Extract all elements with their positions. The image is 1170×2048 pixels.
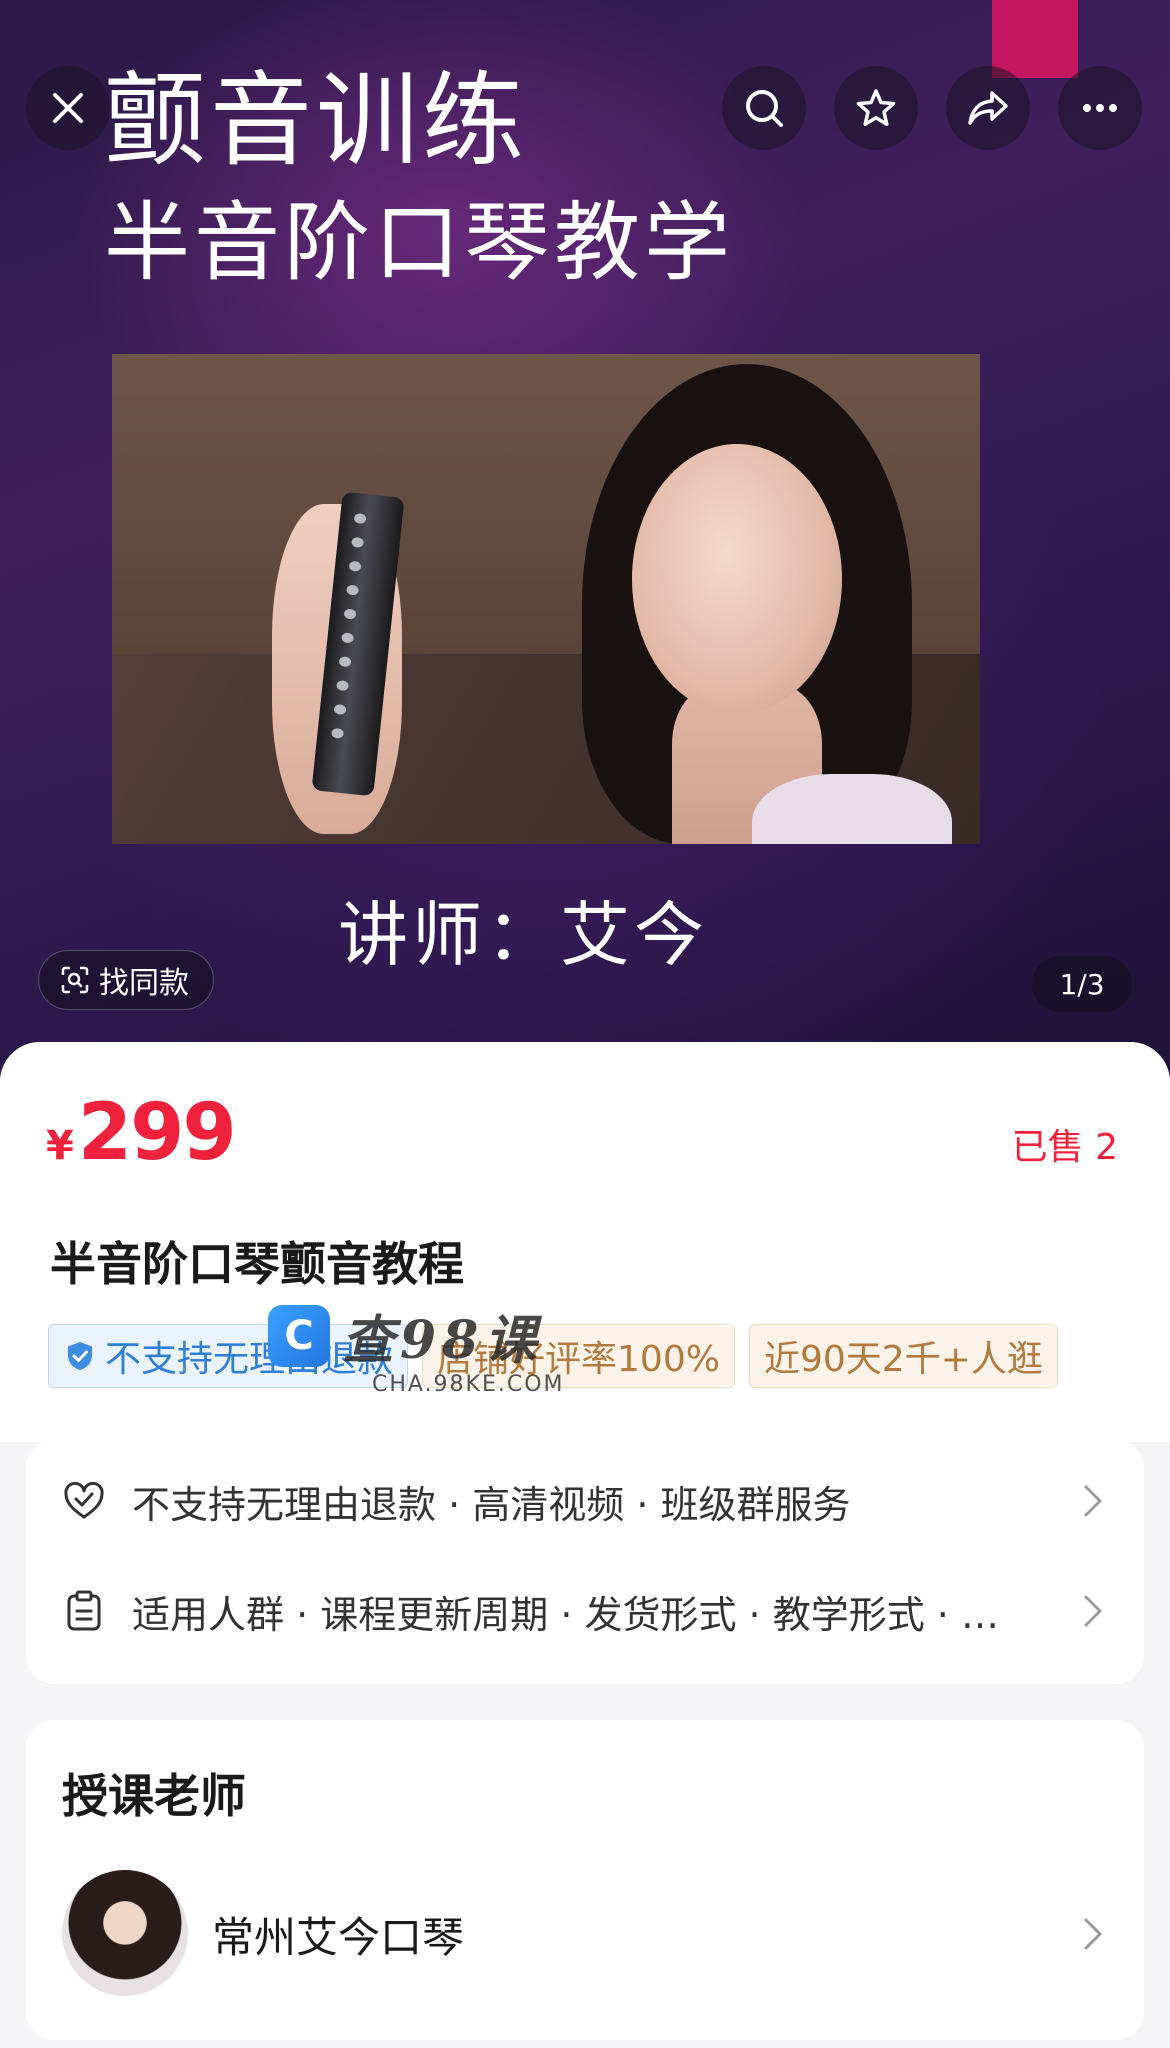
- more-button[interactable]: [1058, 66, 1142, 150]
- image-pager: 1/3: [1032, 956, 1132, 1012]
- teacher-avatar[interactable]: [62, 1870, 188, 1996]
- service-params-row[interactable]: 适用人群 · 课程更新周期 · 发货形式 · 教学形式 · …: [26, 1556, 1144, 1666]
- close-icon: [53, 93, 83, 123]
- tag-visitors[interactable]: 近90天2千+人逛: [748, 1324, 1058, 1388]
- search-icon: [746, 90, 783, 127]
- product-title: 半音阶口琴颤音教程: [50, 1237, 464, 1291]
- product-tags: 不支持无理由退款 店铺好评率100% 近90天2千+人逛: [48, 1324, 1122, 1390]
- clipboard-icon: [67, 1590, 101, 1631]
- favorite-button[interactable]: [834, 66, 918, 150]
- hero-title: 颤音训练: [104, 62, 528, 181]
- service-params-text: 适用人群 · 课程更新周期 · 发货形式 · 教学形式 · …: [132, 1592, 999, 1637]
- tag-label: 不支持无理由退款: [105, 1339, 394, 1380]
- share-button[interactable]: [946, 66, 1030, 150]
- tag-label: 店铺好评率100%: [437, 1339, 720, 1380]
- price: ¥ 299: [46, 1088, 237, 1178]
- teacher-card: 授课老师 常州艾今口琴: [26, 1720, 1144, 2040]
- shield-check-icon: [68, 1342, 92, 1370]
- star-icon: [856, 89, 896, 126]
- share-icon: [968, 91, 1008, 125]
- product-image-carousel[interactable]: 颤音训练 半音阶口琴教学 讲师：艾今 找同款 1/3: [0, 0, 1170, 1090]
- search-button[interactable]: [722, 66, 806, 150]
- scan-icon: [61, 966, 89, 994]
- more-icon: [1083, 104, 1117, 112]
- close-button[interactable]: [26, 66, 110, 150]
- teacher-heading: 授课老师: [62, 1769, 246, 1823]
- chevron-right-icon: [1084, 1485, 1102, 1517]
- price-value: 299: [77, 1088, 237, 1178]
- service-guarantee-row[interactable]: 不支持无理由退款 · 高清视频 · 班级群服务: [26, 1446, 1144, 1556]
- tag-no-refund[interactable]: 不支持无理由退款: [48, 1324, 409, 1388]
- product-detail-sheet: ¥ 299 已售 2 半音阶口琴颤音教程 不支持无理由退款 店铺好评率100% …: [0, 1042, 1170, 2048]
- chevron-right-icon: [1084, 1918, 1102, 1950]
- heart-shield-icon: [64, 1481, 104, 1519]
- find-same-label: 找同款: [99, 966, 189, 1001]
- service-guarantee-text: 不支持无理由退款 · 高清视频 · 班级群服务: [132, 1482, 851, 1527]
- price-currency: ¥: [46, 1123, 74, 1169]
- hero-accent-block: [992, 0, 1078, 78]
- hero-lecturer-caption: 讲师：艾今: [338, 894, 708, 976]
- find-same-button[interactable]: 找同款: [38, 950, 214, 1010]
- lecturer-photo: [112, 354, 980, 844]
- hero-subtitle: 半音阶口琴教学: [104, 193, 734, 293]
- teacher-row[interactable]: 常州艾今口琴: [26, 1870, 1144, 2010]
- sold-count: 已售 2: [1011, 1127, 1118, 1168]
- teacher-name: 常州艾今口琴: [212, 1913, 465, 1962]
- service-card: 不支持无理由退款 · 高清视频 · 班级群服务 适用人群 · 课程更新周期 · …: [26, 1440, 1144, 1684]
- product-info: ¥ 299 已售 2 半音阶口琴颤音教程 不支持无理由退款 店铺好评率100% …: [0, 1042, 1170, 1442]
- chevron-right-icon: [1084, 1595, 1102, 1627]
- tag-shop-rating[interactable]: 店铺好评率100%: [422, 1324, 735, 1388]
- tag-label: 近90天2千+人逛: [763, 1339, 1043, 1380]
